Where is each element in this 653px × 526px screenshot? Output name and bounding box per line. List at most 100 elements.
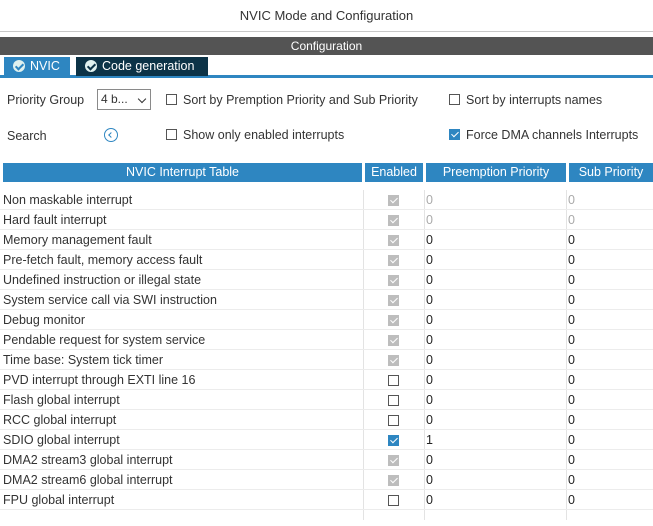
interrupt-name: DMA2 stream6 global interrupt xyxy=(3,473,173,487)
check-circle-icon xyxy=(85,60,97,72)
tab-nvic-label: NVIC xyxy=(30,59,60,73)
table-row[interactable]: Time base: System tick timer 0 0 xyxy=(0,350,653,370)
enabled-checkbox[interactable] xyxy=(388,495,399,506)
sub-priority-cell[interactable]: 0 xyxy=(568,353,575,367)
interrupt-name: System service call via SWI instruction xyxy=(3,293,217,307)
table-row[interactable]: PVD interrupt through EXTI line 16 0 0 xyxy=(0,370,653,390)
table-row[interactable]: DMA2 stream3 global interrupt 0 0 xyxy=(0,450,653,470)
preemption-priority-cell[interactable]: 0 xyxy=(426,453,433,467)
preemption-priority-cell[interactable]: 1 xyxy=(426,433,433,447)
table-row[interactable]: DMA2 stream6 global interrupt 0 0 xyxy=(0,470,653,490)
table-row[interactable]: Pendable request for system service 0 0 xyxy=(0,330,653,350)
sub-priority-cell[interactable]: 0 xyxy=(568,413,575,427)
column-header-enabled[interactable]: Enabled xyxy=(365,163,423,182)
sub-priority-cell[interactable]: 0 xyxy=(568,453,575,467)
preemption-priority-cell[interactable]: 0 xyxy=(426,313,433,327)
table-row[interactable]: RCC global interrupt 0 0 xyxy=(0,410,653,430)
sub-priority-cell[interactable]: 0 xyxy=(568,493,575,507)
interrupt-table-body: Non maskable interrupt 0 0 Hard fault inter… xyxy=(0,190,653,510)
interrupt-name: FPU global interrupt xyxy=(3,493,115,507)
enabled-checkbox xyxy=(388,215,399,226)
sub-priority-cell[interactable]: 0 xyxy=(568,313,575,327)
tab-nvic[interactable]: NVIC xyxy=(4,57,70,76)
chevron-down-icon xyxy=(137,94,147,104)
tab-code-generation-label: Code generation xyxy=(102,59,195,73)
sort-preemption-checkbox[interactable] xyxy=(166,94,177,105)
table-row[interactable]: Memory management fault 0 0 xyxy=(0,230,653,250)
priority-group-label: Priority Group xyxy=(7,93,85,107)
sub-priority-cell[interactable]: 0 xyxy=(568,393,575,407)
preemption-priority-cell[interactable]: 0 xyxy=(426,273,433,287)
preemption-priority-cell[interactable]: 0 xyxy=(426,373,433,387)
interrupt-name: Time base: System tick timer xyxy=(3,353,163,367)
interrupt-name: Non maskable interrupt xyxy=(3,193,133,207)
interrupt-name: Hard fault interrupt xyxy=(3,213,107,227)
enabled-checkbox[interactable] xyxy=(388,415,399,426)
sort-names-checkbox[interactable] xyxy=(449,94,460,105)
enabled-checkbox xyxy=(388,195,399,206)
search-label: Search xyxy=(7,129,47,143)
sub-priority-cell: 0 xyxy=(568,193,575,207)
interrupt-name: Pendable request for system service xyxy=(3,333,206,347)
window-title: NVIC Mode and Configuration xyxy=(0,0,653,32)
enabled-checkbox xyxy=(388,475,399,486)
enabled-checkbox xyxy=(388,275,399,286)
enabled-checkbox[interactable] xyxy=(388,395,399,406)
enabled-checkbox xyxy=(388,255,399,266)
sub-priority-cell[interactable]: 0 xyxy=(568,233,575,247)
preemption-priority-cell[interactable]: 0 xyxy=(426,233,433,247)
enabled-checkbox xyxy=(388,235,399,246)
sub-priority-cell: 0 xyxy=(568,213,575,227)
sub-priority-cell[interactable]: 0 xyxy=(568,333,575,347)
enabled-checkbox[interactable] xyxy=(388,435,399,446)
interrupt-name: SDIO global interrupt xyxy=(3,433,120,447)
preemption-priority-cell[interactable]: 0 xyxy=(426,473,433,487)
enabled-checkbox xyxy=(388,335,399,346)
table-row[interactable]: Debug monitor 0 0 xyxy=(0,310,653,330)
enabled-checkbox xyxy=(388,455,399,466)
preemption-priority-cell[interactable]: 0 xyxy=(426,493,433,507)
table-row[interactable]: Non maskable interrupt 0 0 xyxy=(0,190,653,210)
enabled-checkbox[interactable] xyxy=(388,375,399,386)
priority-group-select[interactable]: 4 b... xyxy=(97,89,151,110)
search-back-icon[interactable] xyxy=(104,128,118,142)
sub-priority-cell[interactable]: 0 xyxy=(568,433,575,447)
preemption-priority-cell[interactable]: 0 xyxy=(426,293,433,307)
sort-names-label: Sort by interrupts names xyxy=(466,93,603,107)
column-header-name[interactable]: NVIC Interrupt Table xyxy=(3,163,362,182)
configuration-bar: Configuration xyxy=(0,37,653,55)
preemption-priority-cell[interactable]: 0 xyxy=(426,413,433,427)
preemption-priority-cell[interactable]: 0 xyxy=(426,393,433,407)
table-row[interactable]: Pre-fetch fault, memory access fault 0 0 xyxy=(0,250,653,270)
table-row[interactable]: Hard fault interrupt 0 0 xyxy=(0,210,653,230)
sub-priority-cell[interactable]: 0 xyxy=(568,253,575,267)
tab-strip: NVIC Code generation xyxy=(0,55,653,78)
table-row[interactable]: FPU global interrupt 0 0 xyxy=(0,490,653,510)
column-header-preemption[interactable]: Preemption Priority xyxy=(426,163,566,182)
priority-group-value: 4 b... xyxy=(101,92,128,106)
show-enabled-label: Show only enabled interrupts xyxy=(183,128,345,142)
interrupt-name: Debug monitor xyxy=(3,313,85,327)
enabled-checkbox xyxy=(388,355,399,366)
sub-priority-cell[interactable]: 0 xyxy=(568,373,575,387)
preemption-priority-cell[interactable]: 0 xyxy=(426,253,433,267)
sub-priority-cell[interactable]: 0 xyxy=(568,473,575,487)
preemption-priority-cell[interactable]: 0 xyxy=(426,333,433,347)
sub-priority-cell[interactable]: 0 xyxy=(568,273,575,287)
tab-code-generation[interactable]: Code generation xyxy=(76,57,208,76)
preemption-priority-cell[interactable]: 0 xyxy=(426,353,433,367)
show-enabled-checkbox[interactable] xyxy=(166,129,177,140)
interrupt-name: PVD interrupt through EXTI line 16 xyxy=(3,373,196,387)
column-header-sub[interactable]: Sub Priority xyxy=(569,163,653,182)
table-row[interactable]: Flash global interrupt 0 0 xyxy=(0,390,653,410)
interrupt-name: DMA2 stream3 global interrupt xyxy=(3,453,173,467)
sub-priority-cell[interactable]: 0 xyxy=(568,293,575,307)
check-circle-icon xyxy=(13,60,25,72)
force-dma-checkbox[interactable] xyxy=(449,129,460,140)
table-row[interactable]: Undefined instruction or illegal state 0 0 xyxy=(0,270,653,290)
table-row[interactable]: SDIO global interrupt 1 0 xyxy=(0,430,653,450)
enabled-checkbox xyxy=(388,315,399,326)
table-row[interactable]: System service call via SWI instruction 0… xyxy=(0,290,653,310)
preemption-priority-cell: 0 xyxy=(426,193,433,207)
interrupt-name: Pre-fetch fault, memory access fault xyxy=(3,253,203,267)
